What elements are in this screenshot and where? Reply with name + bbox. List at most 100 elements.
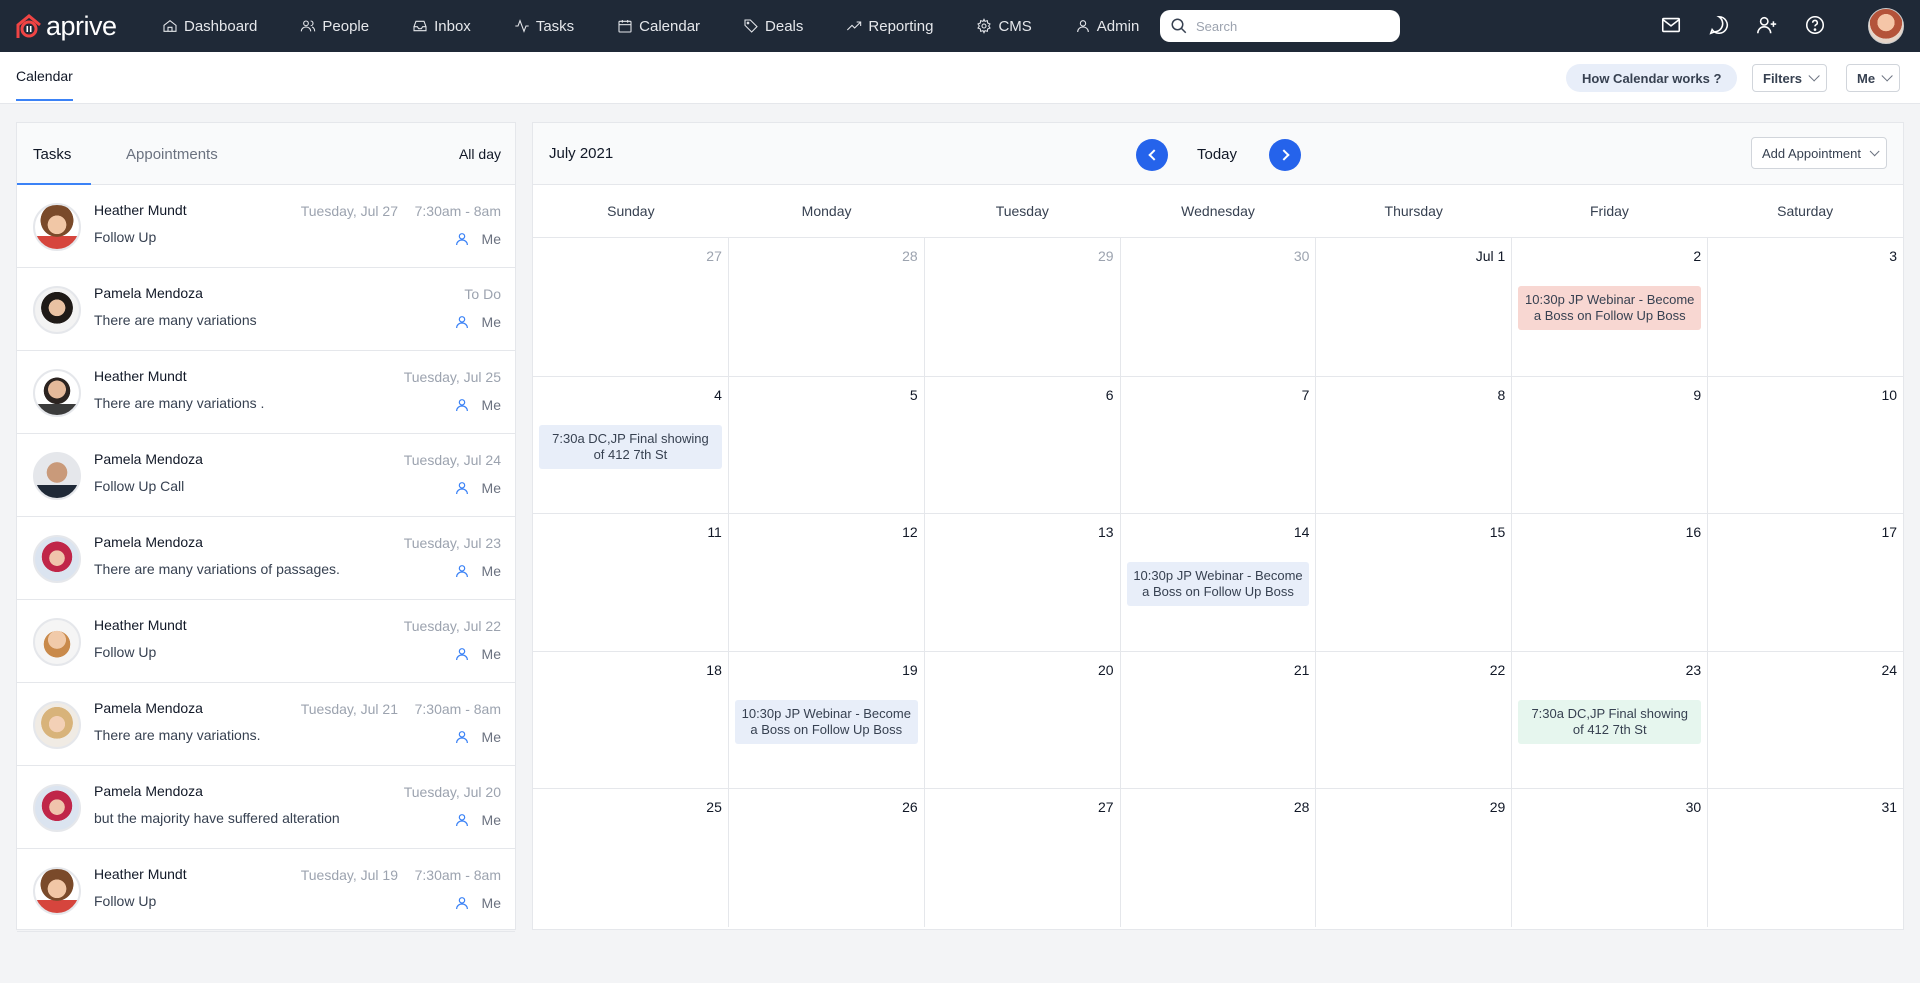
day-cell[interactable]: 17 [1708,514,1903,651]
task-contact-name[interactable]: Pamela Mendoza [94,285,203,301]
day-cell[interactable]: 27 [533,238,729,376]
day-cell[interactable]: 14 10:30p JP Webinar - Become a Boss on F… [1121,514,1317,651]
day-cell[interactable]: Jul 1 [1316,238,1513,376]
task-row[interactable]: Heather Mundt Follow Up Tuesday, Jul 22 Me [17,600,515,683]
day-cell[interactable]: 30 [1121,238,1317,376]
day-cell[interactable]: 13 [925,514,1121,651]
next-month-button[interactable] [1269,139,1301,171]
brand-logo[interactable]: aprive [14,11,117,42]
task-row[interactable]: Heather Mundt There are many variations .… [17,351,515,434]
me-dropdown[interactable]: Me [1846,64,1901,92]
search-input[interactable] [1196,18,1386,34]
day-cell[interactable]: 16 [1512,514,1709,651]
weekday-label: Monday [801,203,852,219]
task-contact-name[interactable]: Pamela Mendoza [94,700,203,716]
week-row: 18 19 10:30p JP Webinar - Become a Boss on… [533,652,1903,789]
task-assignee[interactable]: Me [454,397,501,413]
nav-item-calendar[interactable]: Calendar [617,18,700,35]
day-cell[interactable]: 12 [729,514,925,651]
day-cell[interactable]: 3 [1708,238,1903,376]
day-cell[interactable]: 21 [1121,652,1317,788]
task-assignee[interactable]: Me [454,480,501,496]
day-cell[interactable]: 20 [925,652,1121,788]
nav-item-people[interactable]: People [300,18,369,35]
task-row[interactable]: Heather Mundt Follow Up Tuesday, Jul 27 7:3… [17,185,515,268]
day-cell[interactable]: 29 [1316,789,1513,927]
nav-item-cms[interactable]: CMS [976,18,1032,35]
day-cell[interactable]: 24 [1708,652,1903,788]
day-cell[interactable]: 23 7:30a DC,JP Final showing of 412 7th S… [1512,652,1709,788]
day-cell[interactable]: 28 [729,238,925,376]
task-contact-name[interactable]: Heather Mundt [94,617,187,633]
day-cell[interactable]: 7 [1121,377,1317,513]
day-cell[interactable]: 31 [1708,789,1903,927]
task-assignee[interactable]: Me [454,646,501,662]
day-cell[interactable]: 28 [1121,789,1317,927]
day-cell[interactable]: 6 [925,377,1121,513]
tab-appointments[interactable]: Appointments [126,146,218,163]
day-cell[interactable]: 5 [729,377,925,513]
day-cell[interactable]: 9 [1512,377,1709,513]
today-button[interactable]: Today [1197,146,1237,163]
task-assignee[interactable]: Me [454,563,501,579]
nav-item-admin[interactable]: Admin [1075,18,1139,35]
calendar-event[interactable]: 10:30p JP Webinar - Become a Boss on Fol… [1126,562,1310,606]
user-avatar[interactable] [1868,8,1904,44]
calendar-event[interactable]: 7:30a DC,JP Final showing of 412 7th St [1518,700,1702,744]
assignee-label: Me [481,729,501,745]
day-cell[interactable]: 29 [925,238,1121,376]
nav-item-dashboard[interactable]: Dashboard [162,18,257,35]
day-cell[interactable]: 2 10:30p JP Webinar - Become a Boss on Fo… [1512,238,1709,376]
task-assignee[interactable]: Me [454,729,501,745]
task-contact-name[interactable]: Heather Mundt [94,202,187,218]
task-assignee[interactable]: Me [454,895,501,911]
task-row[interactable]: Pamela Mendoza There are many variations T… [17,268,515,351]
task-contact-name[interactable]: Heather Mundt [94,866,187,882]
task-contact-name[interactable]: Pamela Mendoza [94,534,203,550]
chat-button[interactable] [1706,12,1732,38]
nav-item-inbox[interactable]: Inbox [412,18,471,35]
task-row[interactable]: Pamela Mendoza but the majority have suff… [17,766,515,849]
task-assignee[interactable]: Me [454,314,501,330]
task-row[interactable]: Heather Mundt Follow Up Tuesday, Jul 19 7:3… [17,849,515,932]
day-cell[interactable]: 4 7:30a DC,JP Final showing of 412 7th St [533,377,729,513]
task-row[interactable]: Pamela Mendoza Follow Up Call Tuesday, Jul… [17,434,515,517]
day-cell[interactable]: 11 [533,514,729,651]
all-day-toggle[interactable]: All day [459,146,501,162]
day-cell[interactable]: 10 [1708,377,1903,513]
task-contact-name[interactable]: Heather Mundt [94,368,187,384]
how-calendar-works-button[interactable]: How Calendar works ? [1566,64,1738,92]
day-cell[interactable]: 18 [533,652,729,788]
search-box[interactable] [1160,10,1400,42]
tab-tasks[interactable]: Tasks [33,146,71,163]
weekday-label: Wednesday [1181,203,1255,219]
task-description: There are many variations [94,312,257,328]
mail-button[interactable] [1658,12,1684,38]
day-cell[interactable]: 19 10:30p JP Webinar - Become a Boss on F… [729,652,925,788]
nav-item-tasks[interactable]: Tasks [514,18,574,35]
nav-item-deals[interactable]: Deals [743,18,803,35]
help-button[interactable] [1802,12,1828,38]
nav-item-reporting[interactable]: Reporting [846,18,933,35]
day-cell[interactable]: 8 [1316,377,1513,513]
day-cell[interactable]: 30 [1512,789,1709,927]
day-cell[interactable]: 22 [1316,652,1513,788]
day-cell[interactable]: 27 [925,789,1121,927]
add-person-button[interactable] [1754,12,1780,38]
day-cell[interactable]: 25 [533,789,729,927]
task-contact-name[interactable]: Pamela Mendoza [94,783,203,799]
calendar-event[interactable]: 10:30p JP Webinar - Become a Boss on Fol… [1518,286,1702,330]
task-row[interactable]: Pamela Mendoza There are many variations … [17,517,515,600]
day-cell[interactable]: 26 [729,789,925,927]
task-contact-name[interactable]: Pamela Mendoza [94,451,203,467]
task-assignee[interactable]: Me [454,231,501,247]
task-row[interactable]: Pamela Mendoza There are many variations.… [17,683,515,766]
page-title[interactable]: Calendar [16,68,73,101]
prev-month-button[interactable] [1136,139,1168,171]
task-assignee[interactable]: Me [454,812,501,828]
day-cell[interactable]: 15 [1316,514,1513,651]
add-appointment-dropdown[interactable]: Add Appointment [1750,137,1887,169]
calendar-event[interactable]: 7:30a DC,JP Final showing of 412 7th St [539,425,722,469]
calendar-event[interactable]: 10:30p JP Webinar - Become a Boss on Fol… [734,700,918,744]
filters-dropdown[interactable]: Filters [1752,64,1828,92]
